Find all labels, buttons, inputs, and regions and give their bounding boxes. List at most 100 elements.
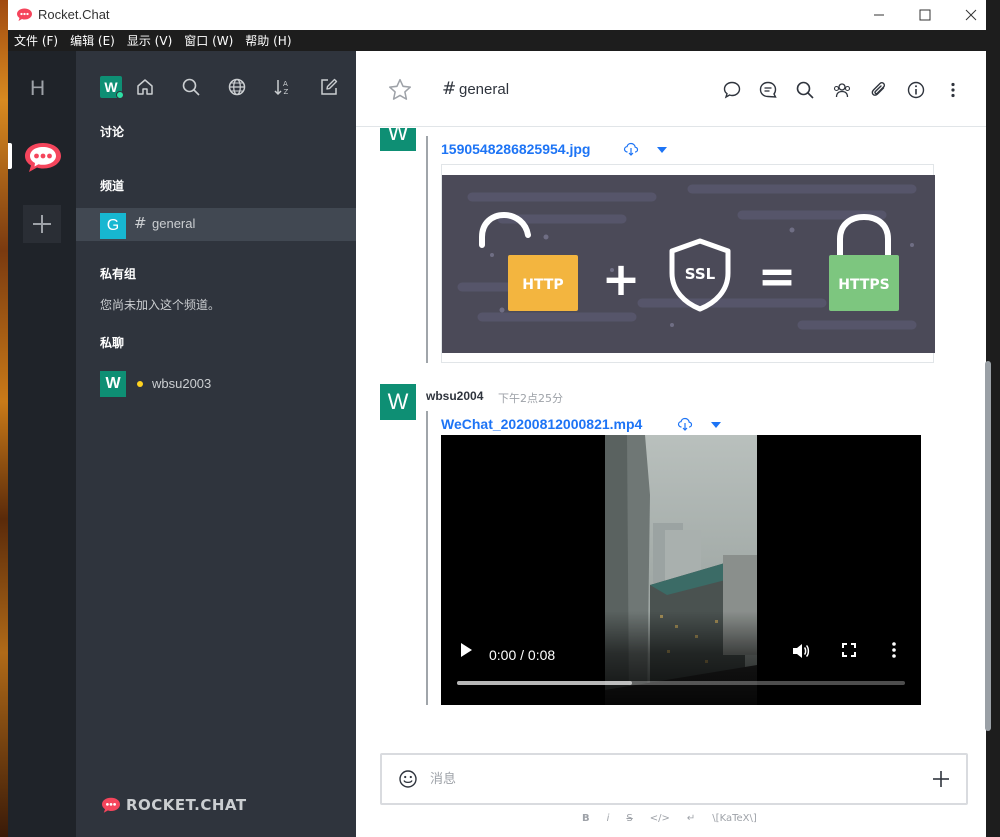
- https-label: HTTPS: [838, 277, 889, 293]
- video-progress-bar[interactable]: [457, 681, 905, 685]
- video-buffered-fill: [457, 681, 632, 685]
- members-icon: [833, 83, 851, 98]
- rocket-chat-logo-icon: [102, 797, 120, 813]
- home-icon: [137, 79, 153, 95]
- sort-alphabetical-icon: AZ: [274, 80, 289, 96]
- files-button[interactable]: [867, 78, 891, 102]
- sidebar-header: W AZ: [76, 51, 356, 123]
- search-icon: [796, 81, 814, 99]
- app-window: Rocket.Chat 文件 (F) 编辑 (E) 显示 (V) 窗口 (W) …: [0, 0, 1000, 837]
- dm-avatar: W: [100, 371, 126, 397]
- minimize-button[interactable]: [856, 0, 902, 30]
- favorite-star-icon[interactable]: [387, 77, 413, 103]
- message-timestamp: 下午2点25分: [498, 392, 563, 405]
- http-ssl-https-image: HTTP + SSL = HTTPS: [442, 175, 935, 353]
- fullscreen-icon[interactable]: [842, 643, 856, 657]
- section-discussions: 讨论: [100, 125, 125, 139]
- home-button[interactable]: [133, 75, 157, 99]
- away-status-dot: [137, 381, 143, 387]
- formatting-toolbar: B i S </> ↵ \[KaTeX\]: [582, 809, 774, 827]
- strike-button[interactable]: S: [626, 813, 632, 824]
- menu-help[interactable]: 帮助 (H): [245, 32, 291, 49]
- download-icon[interactable]: [623, 141, 639, 157]
- multiline-button[interactable]: ↵: [687, 813, 695, 824]
- search-icon: [182, 78, 200, 96]
- minimize-icon: [874, 14, 884, 16]
- sidebar-item-label: wbsu2003: [152, 376, 212, 391]
- sidebar-item-wbsu2003[interactable]: W wbsu2003: [76, 369, 356, 399]
- create-new-button[interactable]: [317, 75, 341, 99]
- play-icon[interactable]: [459, 642, 473, 658]
- server-h-button[interactable]: H: [30, 77, 45, 101]
- message-scrollbar[interactable]: [985, 361, 991, 731]
- bold-button[interactable]: B: [582, 813, 590, 824]
- desktop-background-left: [0, 0, 8, 837]
- menu-file[interactable]: 文件 (F): [14, 32, 58, 49]
- sidebar-item-label: general: [152, 216, 196, 231]
- kebab-menu-button[interactable]: [941, 78, 965, 102]
- download-icon[interactable]: [677, 416, 693, 432]
- sidebar: W AZ 讨论 频道 G # general 私有组 您尚未加入这个频道。 私聊…: [76, 51, 356, 837]
- channel-hash-icon: #: [134, 214, 147, 232]
- close-button[interactable]: [948, 0, 994, 30]
- brand-text: ROCKET.CHAT: [126, 796, 247, 814]
- maximize-icon: [919, 9, 931, 21]
- close-icon: [965, 9, 977, 21]
- threads-button[interactable]: [756, 78, 780, 102]
- message-author[interactable]: wbsu2004: [426, 389, 483, 403]
- add-server-button[interactable]: [23, 205, 61, 243]
- room-header: # general: [356, 51, 986, 127]
- sort-button[interactable]: AZ: [271, 75, 295, 99]
- globe-icon: [228, 78, 246, 96]
- image-attachment[interactable]: HTTP + SSL = HTTPS: [441, 164, 935, 363]
- equals-sign: =: [758, 249, 797, 303]
- video-player[interactable]: 0:00 / 0:08: [441, 435, 921, 705]
- svg-text:Z: Z: [284, 88, 289, 96]
- message-input[interactable]: [430, 767, 900, 791]
- title-bar: Rocket.Chat: [8, 0, 986, 30]
- chevron-down-icon[interactable]: [657, 147, 667, 153]
- maximize-button[interactable]: [902, 0, 948, 30]
- threads-icon: [759, 81, 777, 98]
- italic-button[interactable]: i: [607, 813, 610, 824]
- code-button[interactable]: </>: [650, 813, 670, 824]
- attachment-bar: [426, 411, 428, 705]
- menu-edit[interactable]: 编辑 (E): [70, 32, 115, 49]
- video-file-link[interactable]: WeChat_20200812000821.mp4: [441, 416, 642, 432]
- members-button[interactable]: [830, 78, 854, 102]
- search-messages-button[interactable]: [793, 78, 817, 102]
- svg-text:A: A: [283, 80, 288, 88]
- pencil-edit-icon: [321, 78, 338, 95]
- more-vertical-icon[interactable]: [891, 642, 897, 658]
- plus-icon[interactable]: [931, 769, 951, 789]
- active-server-indicator: [8, 143, 12, 169]
- menu-view[interactable]: 显示 (V): [127, 32, 172, 49]
- private-groups-empty-text: 您尚未加入这个频道。: [100, 298, 221, 312]
- paperclip-icon: [871, 82, 886, 96]
- directory-button[interactable]: [225, 75, 249, 99]
- rocket-chat-server-icon[interactable]: [22, 139, 64, 175]
- room-info-button[interactable]: [904, 78, 928, 102]
- more-vertical-icon: [951, 82, 955, 98]
- volume-icon[interactable]: [792, 643, 810, 659]
- attachment-bar: [426, 136, 428, 363]
- search-button[interactable]: [179, 75, 203, 99]
- discussions-button[interactable]: [720, 78, 744, 102]
- sidebar-item-general[interactable]: G # general: [76, 208, 356, 241]
- section-direct-messages: 私聊: [100, 336, 125, 350]
- rocket-chat-brand: ROCKET.CHAT: [100, 796, 247, 814]
- message-list: W 1590548286825954.jpg HTTP + SSL = HTTP…: [356, 128, 986, 751]
- channel-avatar: G: [100, 213, 126, 239]
- message-avatar[interactable]: W: [380, 128, 416, 151]
- room-hash-icon: #: [442, 79, 457, 99]
- message-composer: [380, 753, 968, 805]
- message-avatar[interactable]: W: [380, 384, 416, 420]
- menu-window[interactable]: 窗口 (W): [184, 32, 233, 49]
- image-file-link[interactable]: 1590548286825954.jpg: [441, 141, 590, 157]
- window-title: Rocket.Chat: [38, 7, 110, 22]
- katex-button[interactable]: \[KaTeX\]: [712, 813, 756, 824]
- room-title: general: [459, 81, 510, 98]
- chevron-down-icon[interactable]: [711, 422, 721, 428]
- server-rail: H: [8, 51, 76, 837]
- emoji-icon[interactable]: [398, 769, 418, 789]
